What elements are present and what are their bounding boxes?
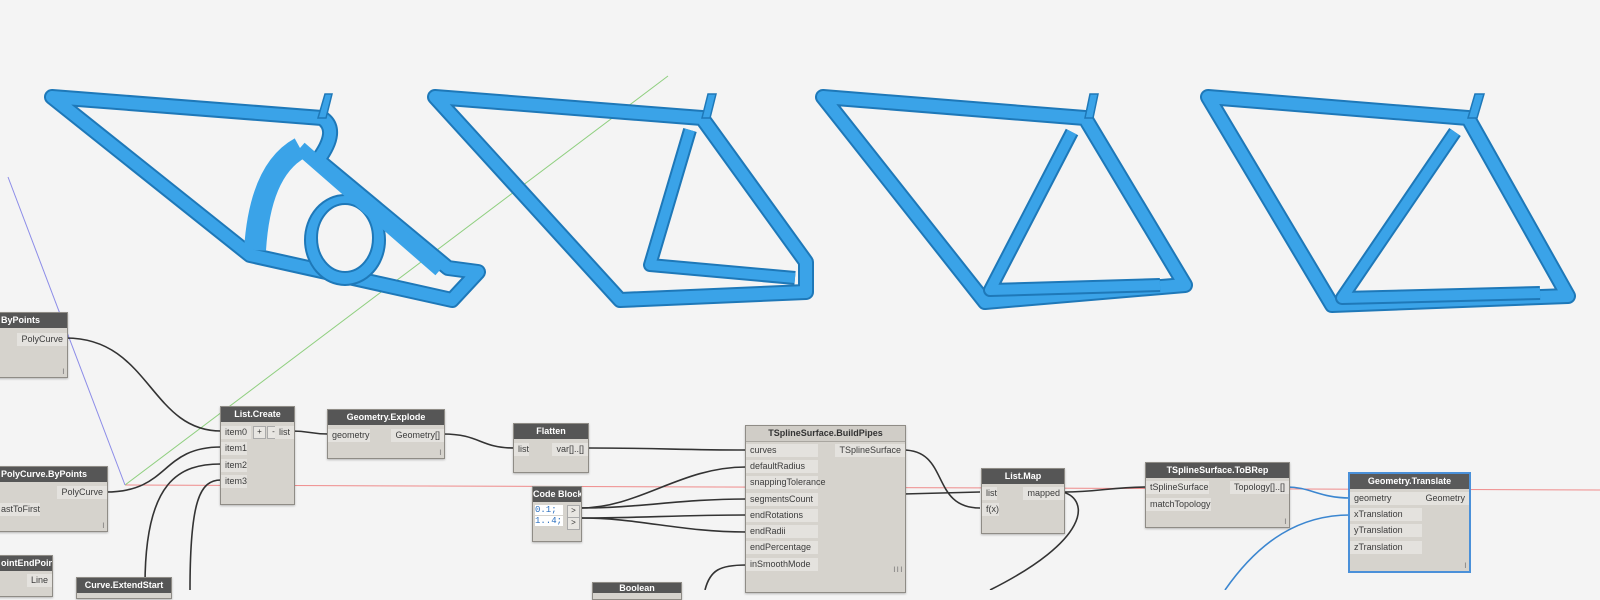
output-port-geometry[interactable]: Geometry xyxy=(1421,492,1469,505)
input-port-fx[interactable]: f(x) xyxy=(982,503,999,516)
node-tsplinesurface-buildpipes[interactable]: TSplineSurface.BuildPipes curves default… xyxy=(745,425,906,593)
input-port-ztranslation[interactable]: zTranslation xyxy=(1350,541,1422,554)
lacing-indicator: l xyxy=(1464,563,1466,570)
input-port-item2[interactable]: item2 xyxy=(221,459,247,472)
input-port-geometry[interactable]: geometry xyxy=(1350,492,1422,505)
node-curve-endpoint[interactable]: ointEndPoint Line xyxy=(0,555,53,597)
node-geometry-translate[interactable]: Geometry.Translate geometry xTranslation… xyxy=(1349,473,1470,572)
input-port-item3[interactable]: item3 xyxy=(221,475,247,488)
output-port-mapped[interactable]: mapped xyxy=(1023,487,1064,500)
code-line-2[interactable]: 1..4; xyxy=(535,516,563,526)
input-port-curves[interactable]: curves xyxy=(746,444,818,457)
node-list-map[interactable]: List.Map list f(x) mapped xyxy=(981,468,1065,534)
node-title: Flatten xyxy=(514,424,588,439)
node-title: ByPoints xyxy=(0,313,67,328)
node-tsplinesurface-tobrep[interactable]: TSplineSurface.ToBRep tSplineSurface mat… xyxy=(1145,462,1290,528)
node-polycurve-bypoints-top[interactable]: ByPoints PolyCurve l xyxy=(0,312,68,378)
node-title: Geometry.Explode xyxy=(328,410,444,425)
input-port-item0[interactable]: item0 xyxy=(221,426,251,439)
input-port-geometry[interactable]: geometry xyxy=(328,429,370,442)
lacing-indicator: l xyxy=(439,450,441,457)
frame-preview-4 xyxy=(1200,89,1576,313)
input-port-endradii[interactable]: endRadii xyxy=(746,525,818,538)
node-title: Geometry.Translate xyxy=(1350,474,1469,489)
output-port-line[interactable]: Line xyxy=(26,574,52,587)
input-port-tsplinesurface[interactable]: tSplineSurface xyxy=(1146,481,1209,494)
input-port-endpercentage[interactable]: endPercentage xyxy=(746,541,818,554)
wire-list-explode xyxy=(291,430,329,435)
output-port-tsplinesurface[interactable]: TSplineSurface xyxy=(835,444,905,457)
node-curve-extendstart[interactable]: Curve.ExtendStart xyxy=(76,577,172,599)
lacing-indicator: l xyxy=(102,523,104,530)
output-port-polycurve[interactable]: PolyCurve xyxy=(17,333,67,346)
node-title: Code Block xyxy=(533,487,581,502)
frame-preview-2 xyxy=(427,89,814,308)
output-port-var[interactable]: var[]..[] xyxy=(552,443,588,456)
node-title: List.Map xyxy=(982,469,1064,484)
node-code-block[interactable]: Code Block 0.1; 1..4; > > xyxy=(532,486,582,542)
wire-explode-flatten xyxy=(442,433,515,449)
output-port-list[interactable]: list xyxy=(275,426,294,439)
wire-code-segments xyxy=(579,498,747,509)
wire-pipes-listmap xyxy=(902,449,981,509)
code-line-1[interactable]: 0.1; xyxy=(535,505,563,515)
wire-boolean-smooth xyxy=(704,564,747,590)
input-port-item1[interactable]: item1 xyxy=(221,442,247,455)
node-boolean[interactable]: Boolean xyxy=(592,582,682,600)
input-port-matchtopology[interactable]: matchTopology xyxy=(1146,498,1211,511)
input-port-defaultradius[interactable]: defaultRadius xyxy=(746,460,818,473)
node-title: ointEndPoint xyxy=(0,556,52,571)
wire-flatten-curves xyxy=(587,447,747,451)
node-title: List.Create xyxy=(221,407,294,422)
output-port-geometry-array[interactable]: Geometry[] xyxy=(391,429,444,442)
output-port-line-2[interactable]: > xyxy=(567,517,580,530)
node-title: TSplineSurface.ToBRep xyxy=(1146,463,1289,478)
lacing-indicator: l l l xyxy=(893,567,902,574)
node-title: Curve.ExtendStart xyxy=(77,578,171,593)
frame-preview-1 xyxy=(44,89,486,308)
input-port-xtranslation[interactable]: xTranslation xyxy=(1350,508,1422,521)
wire-code-endradii xyxy=(579,517,747,533)
input-port-endrotations[interactable]: endRotations xyxy=(746,509,818,522)
wire-pipes-list xyxy=(902,491,981,495)
input-port-ytranslation[interactable]: yTranslation xyxy=(1350,524,1422,537)
node-title: TSplineSurface.BuildPipes xyxy=(746,426,905,442)
lacing-indicator: l xyxy=(1284,519,1286,526)
input-port-snappingtolerance[interactable]: snappingTolerance xyxy=(746,476,826,489)
node-title: PolyCurve.ByPoints xyxy=(0,467,107,482)
input-port-list[interactable]: list xyxy=(514,443,529,456)
input-port-connectlasttofirst[interactable]: astToFirst xyxy=(0,503,41,516)
node-geometry-explode[interactable]: Geometry.Explode geometry Geometry[] l xyxy=(327,409,445,459)
wire-item3 xyxy=(189,479,222,590)
node-polycurve-bypoints[interactable]: PolyCurve.ByPoints PolyCurve astToFirst … xyxy=(0,466,108,532)
input-port-segmentscount[interactable]: segmentsCount xyxy=(746,493,818,506)
wire-polycurve-a-item0 xyxy=(65,337,222,432)
output-port-polycurve[interactable]: PolyCurve xyxy=(57,486,107,499)
input-port-list[interactable]: list xyxy=(982,487,997,500)
frame-preview-3 xyxy=(815,89,1193,310)
output-port-topology[interactable]: Topology[]..[] xyxy=(1229,481,1289,494)
wire-code-endrotations xyxy=(579,514,747,519)
lacing-indicator: l xyxy=(62,369,64,376)
add-input-button[interactable]: + xyxy=(253,426,266,439)
input-port-insmoothmode[interactable]: inSmoothMode xyxy=(746,558,818,571)
node-list-create[interactable]: List.Create item0 + - item1 item2 item3 … xyxy=(220,406,295,505)
node-title: Boolean xyxy=(593,583,681,593)
node-flatten[interactable]: Flatten list var[]..[] xyxy=(513,423,589,473)
